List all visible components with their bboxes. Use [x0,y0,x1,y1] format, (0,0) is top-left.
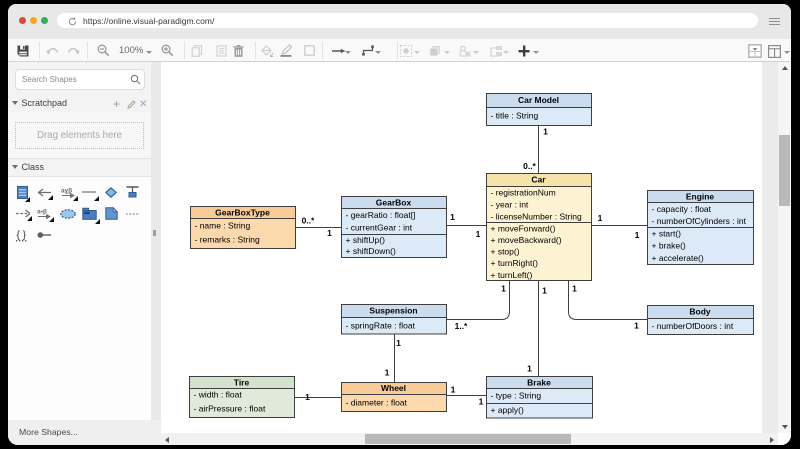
svg-text:{ }: { } [17,230,27,241]
svg-text:a•β: a•β [37,209,47,216]
